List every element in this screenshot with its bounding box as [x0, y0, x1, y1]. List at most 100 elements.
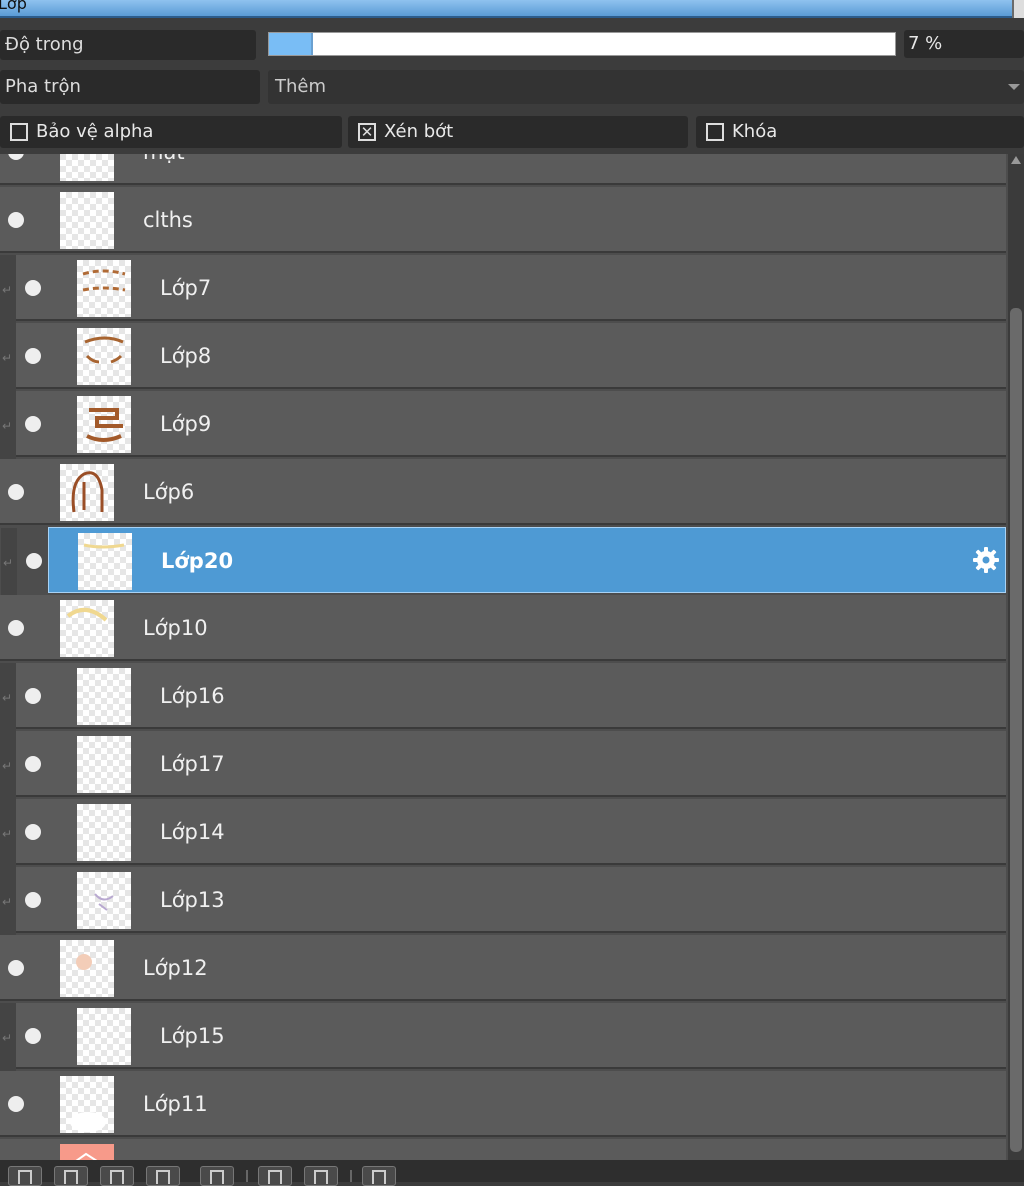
visibility-toggle-icon[interactable]: [25, 824, 41, 840]
thumbnail-sketch: [71, 471, 104, 513]
layer-thumbnail: [60, 192, 114, 249]
visibility-toggle-icon[interactable]: [8, 1096, 24, 1112]
visibility-toggle-icon[interactable]: [25, 1028, 41, 1044]
layer-row[interactable]: ↵ Lớp13: [0, 867, 1006, 935]
thumbnail-sketch: [76, 954, 92, 970]
new-halftone-layer-button[interactable]: [100, 1166, 134, 1186]
merge-down-button[interactable]: [304, 1166, 338, 1186]
protect-alpha-checkbox[interactable]: Bảo vệ alpha: [0, 116, 342, 148]
toolbar-divider: [246, 1170, 248, 1182]
new-layer-button[interactable]: [8, 1166, 42, 1186]
layer-name: Lớp12: [143, 956, 208, 980]
visibility-toggle-icon[interactable]: [25, 892, 41, 908]
layer-row[interactable]: mặt: [0, 154, 1006, 185]
new-folder-button[interactable]: [200, 1166, 234, 1186]
opacity-slider[interactable]: [268, 32, 896, 56]
layer-row[interactable]: ↵ Lớp9: [0, 391, 1006, 459]
thumbnail-sketch: [86, 408, 123, 442]
layer-thumbnail: [77, 736, 131, 793]
new-text-layer-button[interactable]: [146, 1166, 180, 1186]
clip-indicator: ↵: [1, 528, 17, 596]
layer-thumbnail: [77, 260, 131, 317]
clip-indicator: ↵: [0, 731, 16, 799]
protect-alpha-label: Bảo vệ alpha: [36, 121, 154, 142]
blend-mode-select[interactable]: Thêm: [268, 70, 1024, 104]
visibility-toggle-icon[interactable]: [25, 688, 41, 704]
layer-row[interactable]: Lớp10: [0, 595, 1006, 661]
thumbnail-sketch: [70, 1112, 106, 1132]
visibility-toggle-icon[interactable]: [25, 348, 41, 364]
layer-row[interactable]: Lớp12: [0, 935, 1006, 1001]
clip-indicator: ↵: [0, 255, 16, 323]
new-vector-layer-button[interactable]: [54, 1166, 88, 1186]
checkbox-icon: [706, 123, 724, 141]
lock-label: Khóa: [732, 121, 778, 142]
layer-row[interactable]: ↵ Lớp14: [0, 799, 1006, 867]
clip-arrow-icon: ↵: [2, 895, 13, 909]
thumbnail-sketch: [60, 1144, 114, 1160]
clip-arrow-icon: ↵: [2, 283, 13, 297]
opacity-value[interactable]: 7 %: [904, 30, 1024, 58]
layer-row[interactable]: [0, 1139, 1006, 1160]
layer-row[interactable]: ↵ Lớp15: [0, 1003, 1006, 1071]
layer-thumbnail: [77, 328, 131, 385]
layer-name: clths: [143, 208, 193, 232]
layer-list[interactable]: mặt clths ↵ Lớp7 ↵ Lớp8 ↵ Lớp9 Lớp6 ↵ Lớp20 Lớp10 ↵ L…: [0, 154, 1008, 1160]
layer-name: Lớp13: [160, 888, 225, 912]
visibility-toggle-icon[interactable]: [25, 416, 41, 432]
visibility-toggle-icon[interactable]: [25, 756, 41, 772]
layer-row[interactable]: ↵ Lớp7: [0, 255, 1006, 323]
layer-name: Lớp6: [143, 480, 195, 504]
clip-arrow-icon: ↵: [2, 419, 13, 433]
visibility-toggle-icon[interactable]: [8, 212, 24, 228]
blend-label: Pha trộn: [0, 70, 260, 104]
scroll-up-icon[interactable]: [1011, 156, 1021, 164]
layer-row[interactable]: Lớp6: [0, 459, 1006, 525]
visibility-toggle-icon[interactable]: [26, 553, 42, 569]
lock-checkbox[interactable]: Khóa: [696, 116, 1024, 148]
gear-icon[interactable]: [971, 545, 1001, 575]
checkbox-icon: [10, 123, 28, 141]
clipping-checkbox[interactable]: ✕ Xén bớt: [348, 116, 688, 148]
visibility-toggle-icon[interactable]: [8, 154, 24, 160]
layer-row[interactable]: clths: [0, 187, 1006, 253]
chevron-down-icon: [1008, 84, 1020, 90]
layer-row-selected[interactable]: ↵ Lớp20: [1, 527, 1006, 596]
layer-row[interactable]: ↵ Lớp8: [0, 323, 1006, 391]
layer-name: Lớp16: [160, 684, 225, 708]
layer-list-scrollbar[interactable]: [1008, 154, 1024, 1160]
clip-arrow-icon: ↵: [2, 827, 13, 841]
layer-name: mặt: [143, 154, 185, 185]
window-corner: [1012, 0, 1024, 18]
clip-arrow-icon: ↵: [2, 351, 13, 365]
layer-name: Lớp11: [143, 1092, 208, 1116]
layer-thumbnail: [77, 1008, 131, 1065]
layer-name: Lớp8: [160, 344, 212, 368]
layer-thumbnail: [60, 1076, 114, 1133]
clipping-label: Xén bớt: [384, 121, 454, 142]
layer-toolbar: [0, 1160, 1024, 1186]
clip-indicator: ↵: [0, 323, 16, 391]
layer-name: Lớp10: [143, 616, 208, 640]
layer-thumbnail: [77, 872, 131, 929]
layer-thumbnail: [77, 804, 131, 861]
clip-indicator: ↵: [0, 1003, 16, 1071]
delete-layer-button[interactable]: [362, 1166, 396, 1186]
layer-thumbnail: [78, 533, 132, 590]
visibility-toggle-icon[interactable]: [8, 484, 24, 500]
clip-indicator: ↵: [0, 867, 16, 935]
thumbnail-sketch: [66, 608, 108, 622]
layer-thumbnail: [77, 668, 131, 725]
duplicate-layer-button[interactable]: [258, 1166, 292, 1186]
visibility-toggle-icon[interactable]: [8, 620, 24, 636]
visibility-toggle-icon[interactable]: [8, 960, 24, 976]
clip-arrow-icon: ↵: [3, 556, 14, 570]
visibility-toggle-icon[interactable]: [25, 280, 41, 296]
layer-thumbnail: [77, 396, 131, 453]
layer-row[interactable]: ↵ Lớp16: [0, 663, 1006, 731]
layer-thumbnail: [60, 464, 114, 521]
scrollbar-thumb[interactable]: [1010, 308, 1022, 1152]
layer-row[interactable]: Lớp11: [0, 1071, 1006, 1137]
layer-row[interactable]: ↵ Lớp17: [0, 731, 1006, 799]
clip-indicator: ↵: [0, 391, 16, 459]
